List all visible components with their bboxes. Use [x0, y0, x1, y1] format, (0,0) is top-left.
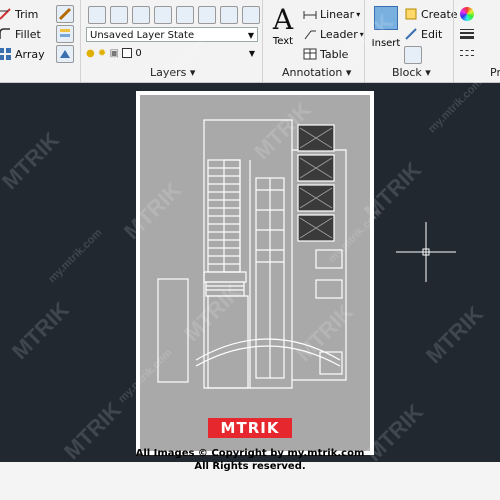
- copyright-text: All Images © Copyright by my.mtrik.com: [135, 448, 365, 459]
- mtrik-logo: MTRIK: [208, 418, 292, 438]
- crosshair-cursor-icon: [396, 222, 456, 282]
- rights-text: All Rights reserved.: [194, 461, 306, 472]
